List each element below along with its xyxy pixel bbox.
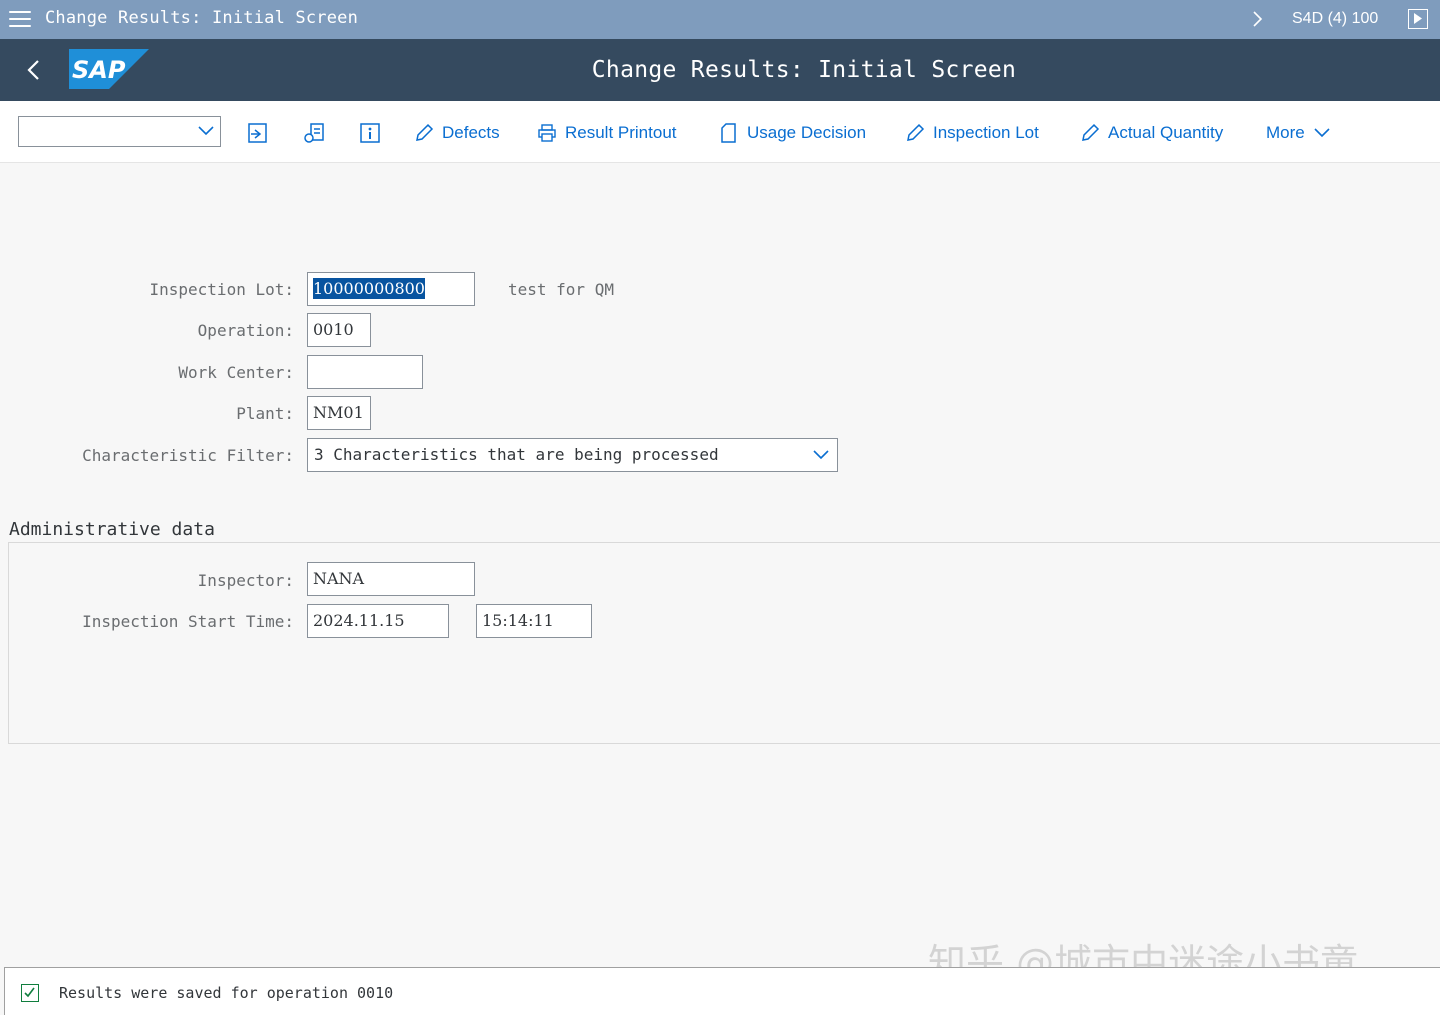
status-message: Results were saved for operation 0010 (59, 984, 394, 1002)
command-field-dropdown[interactable] (18, 116, 221, 147)
inspection-lot-button[interactable]: Inspection Lot (905, 120, 1039, 146)
inspector-label: Inspector: (197, 571, 294, 590)
inspection-lot-label: Inspection Lot (933, 123, 1039, 142)
actual-quantity-button[interactable]: Actual Quantity (1080, 120, 1223, 146)
info-icon[interactable] (358, 121, 382, 145)
toolbar: Defects Result Printout Usage Decision I… (0, 101, 1440, 163)
operation-label: Operation: (197, 321, 294, 340)
result-printout-label: Result Printout (565, 123, 677, 142)
administrative-data-title: Administrative data (9, 519, 215, 540)
more-label: More (1266, 123, 1305, 142)
inspection-lot-description: test for QM (508, 280, 614, 299)
plant-input[interactable]: NM01 (307, 396, 371, 430)
usage-decision-button[interactable]: Usage Decision (719, 120, 866, 146)
status-bar: Results were saved for operation 0010 (4, 967, 1440, 1015)
actual-quantity-label: Actual Quantity (1108, 123, 1224, 142)
plant-label: Plant: (236, 404, 294, 423)
operation-input[interactable]: 0010 (307, 313, 371, 347)
settings-list-icon[interactable] (302, 121, 326, 145)
chevron-down-icon (198, 126, 214, 136)
characteristic-filter-value: 3 Characteristics that are being process… (314, 445, 719, 464)
window-title: Change Results: Initial Screen (45, 8, 359, 28)
inspection-start-time-label: Inspection Start Time: (82, 612, 294, 631)
inspection-lot-label: Inspection Lot: (149, 280, 295, 299)
window-title-bar: Change Results: Initial Screen S4D (4) 1… (0, 0, 1440, 39)
defects-button[interactable]: Defects (414, 120, 500, 146)
shell-header: SAP Change Results: Initial Screen (0, 39, 1440, 101)
success-check-icon (21, 984, 39, 1002)
start-time-input[interactable]: 15:14:11 (476, 604, 592, 638)
pencil-icon (416, 123, 434, 141)
more-button[interactable]: More (1266, 120, 1339, 146)
inspection-lot-input[interactable]: 10000000800 (307, 272, 475, 306)
characteristic-filter-label: Characteristic Filter: (82, 446, 294, 465)
usage-decision-label: Usage Decision (747, 123, 867, 142)
pencil-icon (1082, 123, 1100, 141)
work-center-input[interactable] (307, 355, 423, 389)
characteristic-filter-dropdown[interactable]: 3 Characteristics that are being process… (307, 438, 838, 472)
pencil-icon (907, 123, 925, 141)
start-date-input[interactable]: 2024.11.15 (307, 604, 449, 638)
document-icon (721, 123, 736, 143)
result-printout-button[interactable]: Result Printout (537, 120, 677, 146)
menu-icon[interactable] (9, 11, 31, 28)
inspector-input[interactable]: NANA (307, 562, 475, 596)
chevron-right-icon[interactable] (1248, 9, 1268, 29)
export-icon[interactable] (246, 121, 270, 145)
page-title: Change Results: Initial Screen (591, 57, 1017, 83)
work-center-label: Work Center: (178, 363, 294, 382)
defects-label: Defects (442, 123, 500, 142)
inspection-lot-value: 10000000800 (313, 278, 425, 299)
system-info: S4D (4) 100 (1292, 10, 1379, 27)
chevron-down-icon (813, 450, 829, 460)
printer-icon (538, 124, 556, 142)
play-icon[interactable] (1408, 9, 1428, 29)
chevron-down-icon (1314, 128, 1330, 138)
